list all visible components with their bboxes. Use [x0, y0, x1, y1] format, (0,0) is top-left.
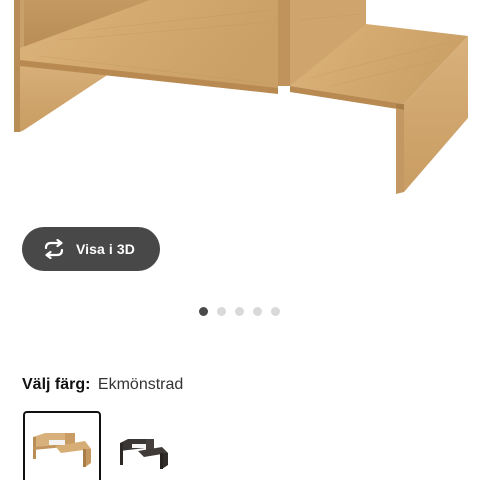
view-3d-label: Visa i 3D	[76, 241, 136, 257]
color-option-oak[interactable]	[23, 411, 101, 480]
color-option-black-brown[interactable]	[110, 411, 188, 480]
color-select-value: Ekmönstrad	[97, 376, 184, 393]
oak-coffee-table-image	[14, 0, 468, 194]
carousel-dot-5[interactable]	[271, 307, 280, 316]
color-select-label: Välj färg:	[22, 376, 91, 393]
carousel-dot-3[interactable]	[235, 307, 244, 316]
rotate-3d-icon	[42, 238, 66, 260]
color-select-heading: Välj färg: Ekmönstrad	[22, 376, 183, 394]
view-3d-button[interactable]: Visa i 3D	[22, 227, 160, 271]
black-brown-table-thumbnail	[120, 439, 168, 469]
carousel-dot-2[interactable]	[217, 307, 226, 316]
carousel-dot-4[interactable]	[253, 307, 262, 316]
product-image	[0, 0, 480, 225]
carousel-dots	[199, 307, 280, 316]
carousel-dot-1[interactable]	[199, 307, 208, 316]
oak-table-thumbnail	[33, 433, 91, 467]
